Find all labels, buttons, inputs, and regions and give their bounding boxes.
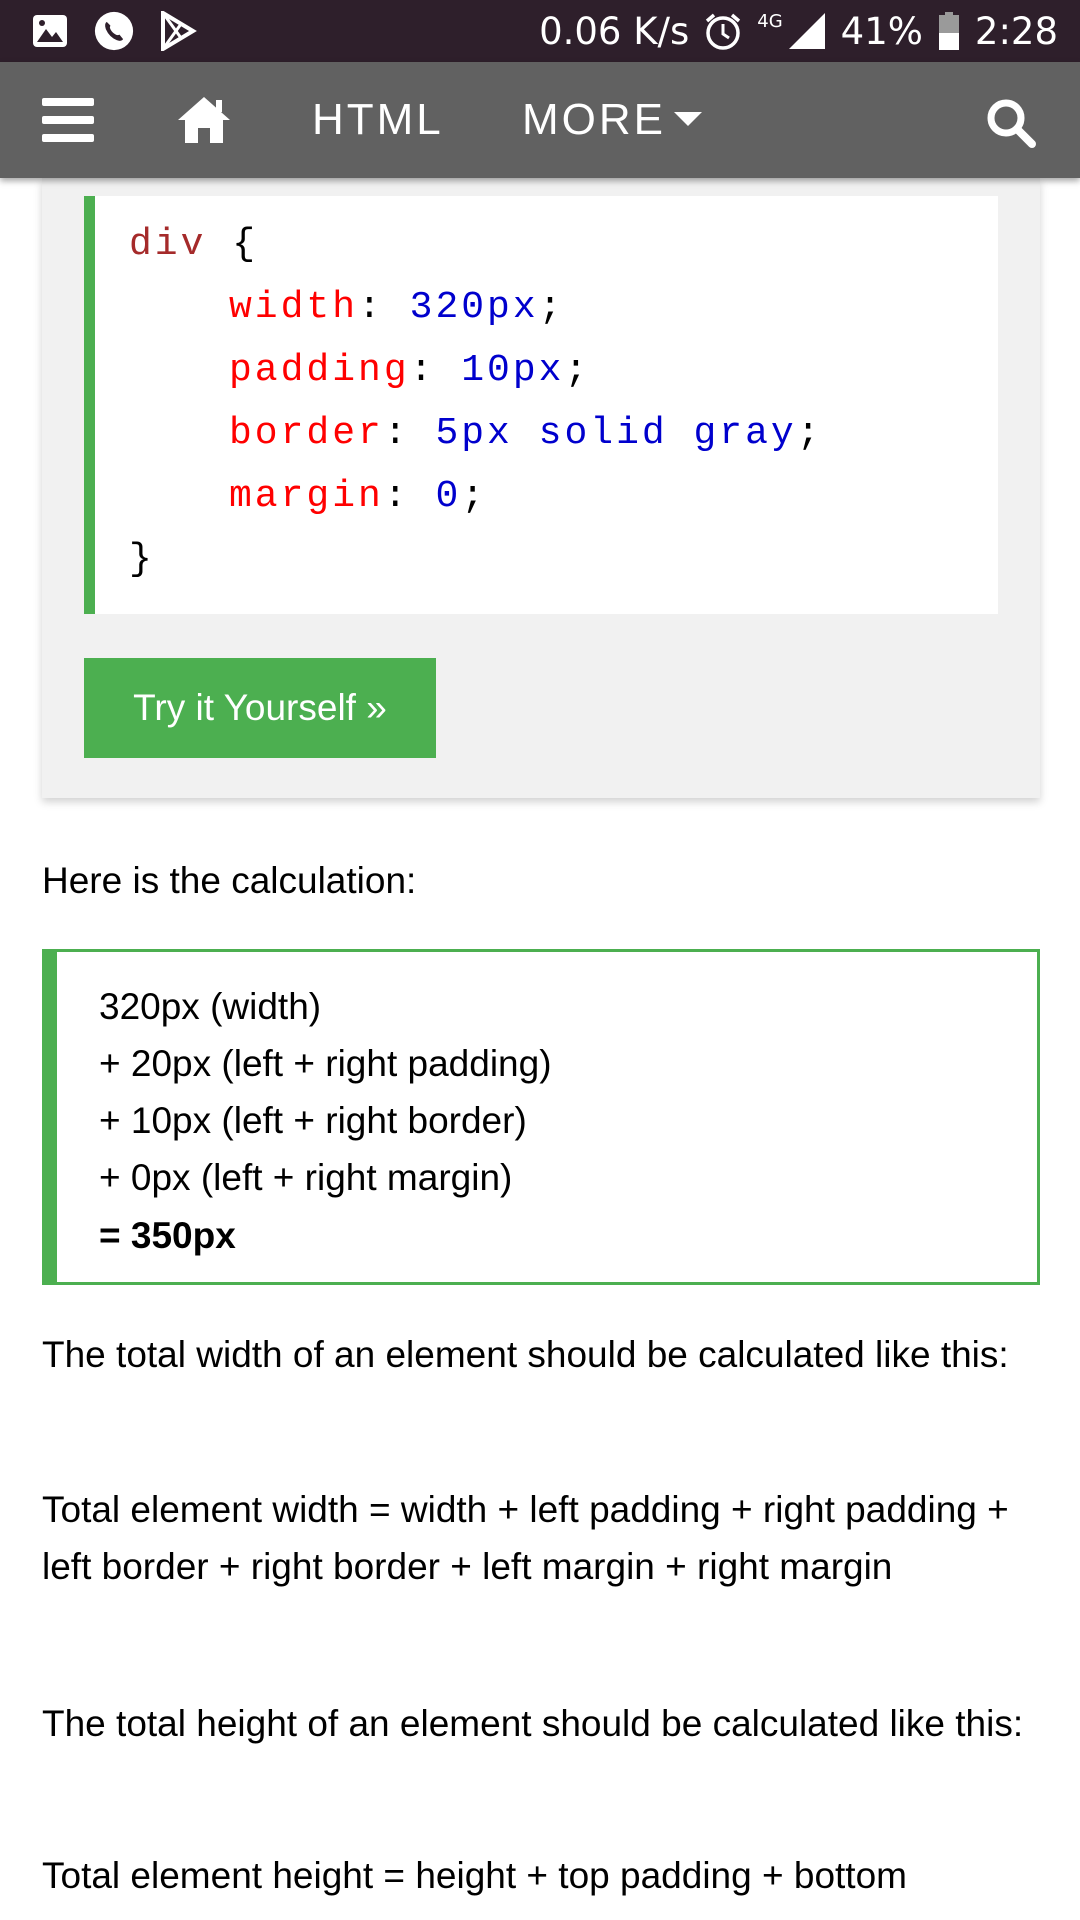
- code-line-border: border: 5px solid gray;: [229, 412, 823, 455]
- calculation-box: 320px (width) + 20px (left + right paddi…: [42, 949, 1040, 1285]
- calc-line-width: 320px (width): [99, 986, 322, 1027]
- top-navbar: HTML MORE: [0, 62, 1080, 178]
- height-formula-text: Total element height = height + top padd…: [42, 1855, 907, 1896]
- nav-more-label: MORE: [522, 95, 666, 144]
- gallery-icon: [30, 11, 70, 51]
- play-store-icon: [158, 11, 198, 51]
- height-intro-text: The total height of an element should be…: [42, 1703, 1024, 1744]
- width-formula-text: Total element width = width + left paddi…: [42, 1489, 1009, 1587]
- nav-html-link[interactable]: HTML: [312, 62, 444, 178]
- code-line-close: }: [129, 538, 155, 581]
- calc-line-total: = 350px: [99, 1215, 236, 1256]
- signal-icon: [787, 11, 827, 51]
- battery-level: 41%: [840, 9, 923, 53]
- phone-icon: [94, 11, 134, 51]
- code-line-margin: margin: 0;: [229, 475, 488, 518]
- clock: 2:28: [974, 9, 1058, 53]
- calc-line-margin: + 0px (left + right margin): [99, 1157, 513, 1198]
- nav-html-label: HTML: [312, 95, 444, 144]
- calc-line-padding: + 20px (left + right padding): [99, 1043, 552, 1084]
- alarm-icon: [703, 11, 743, 51]
- calculation-intro: Here is the calculation:: [42, 860, 417, 901]
- status-bar: 0.06 K/s 4G 41% 2:28: [0, 0, 1080, 62]
- code-line-padding: padding: 10px;: [229, 349, 591, 392]
- network-type: 4G: [757, 10, 783, 32]
- search-icon[interactable]: [986, 98, 1036, 148]
- nav-more-dropdown[interactable]: MORE: [522, 62, 702, 178]
- width-intro-text: The total width of an element should be …: [42, 1334, 1009, 1375]
- menu-icon[interactable]: [42, 98, 94, 142]
- code-example: div { width: 320px; padding: 10px; borde…: [84, 196, 998, 614]
- code-line-width: width: 320px;: [229, 286, 565, 329]
- battery-icon: [937, 11, 961, 51]
- home-icon[interactable]: [176, 94, 232, 146]
- caret-down-icon: [674, 112, 702, 127]
- try-it-yourself-button[interactable]: Try it Yourself »: [84, 658, 436, 758]
- net-speed: 0.06 K/s: [539, 9, 690, 53]
- code-line-selector: div {: [129, 223, 259, 266]
- example-container: div { width: 320px; padding: 10px; borde…: [42, 178, 1040, 798]
- calc-line-border: + 10px (left + right border): [99, 1100, 527, 1141]
